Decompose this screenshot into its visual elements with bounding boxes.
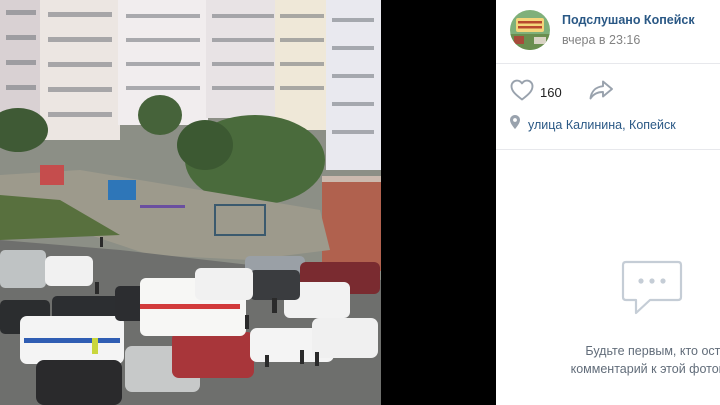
community-avatar[interactable] (510, 10, 550, 50)
location-pin-icon (510, 115, 520, 134)
empty-comments-text: Будьте первым, кто оставит комментарий к… (536, 342, 720, 378)
comment-bubble-icon (620, 259, 684, 322)
divider (496, 63, 720, 64)
empty-comments-line: Будьте первым, кто оставит (585, 344, 720, 358)
like-button[interactable]: 160 (510, 79, 562, 106)
heart-icon (510, 79, 534, 106)
post-time[interactable]: вчера в 23:16 (562, 33, 695, 47)
location-link[interactable]: улица Калинина, Копейск (528, 118, 676, 132)
photo[interactable] (0, 0, 381, 405)
comments-empty-state: Будьте первым, кто оставит комментарий к… (496, 150, 720, 405)
post-actions: 160 (510, 79, 614, 106)
photo-viewer (0, 0, 496, 405)
side-panel: Подслушано Копейск вчера в 23:16 160 ули… (496, 0, 720, 405)
empty-comments-line: комментарий к этой фотографии (570, 362, 720, 376)
post-author: Подслушано Копейск вчера в 23:16 (510, 10, 695, 50)
share-icon (588, 79, 614, 106)
post-location: улица Калинина, Копейск (510, 115, 676, 134)
author-name-link[interactable]: Подслушано Копейск (562, 13, 695, 27)
share-button[interactable] (588, 79, 614, 106)
like-count: 160 (540, 85, 562, 100)
